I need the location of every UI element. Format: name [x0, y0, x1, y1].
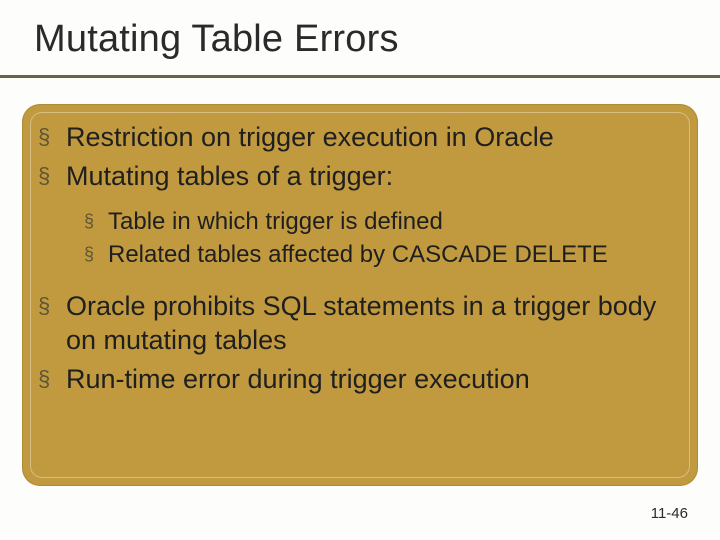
bullet-level1: § Mutating tables of a trigger:: [38, 159, 682, 194]
content-body: § Restriction on trigger execution in Or…: [38, 116, 682, 400]
bullet-level2: § Table in which trigger is defined: [84, 207, 682, 238]
bullet-text: Table in which trigger is defined: [108, 207, 682, 238]
bullet-level1: § Oracle prohibits SQL statements in a t…: [38, 289, 682, 358]
bullet-text: Oracle prohibits SQL statements in a tri…: [66, 289, 682, 358]
page-number: 11-46: [651, 505, 688, 522]
bullet-text: Mutating tables of a trigger:: [66, 159, 682, 194]
square-bullet-icon: §: [84, 207, 108, 238]
bullet-level2: § Related tables affected by CASCADE DEL…: [84, 240, 682, 271]
square-bullet-icon: §: [38, 289, 66, 358]
bullet-level1: § Restriction on trigger execution in Or…: [38, 120, 682, 155]
square-bullet-icon: §: [38, 120, 66, 155]
square-bullet-icon: §: [38, 362, 66, 397]
sub-bullet-group: § Table in which trigger is defined § Re…: [84, 207, 682, 270]
square-bullet-icon: §: [38, 159, 66, 194]
title-area: Mutating Table Errors: [0, 0, 720, 67]
bullet-text: Run-time error during trigger execution: [66, 362, 682, 397]
bullet-text: Restriction on trigger execution in Orac…: [66, 120, 682, 155]
square-bullet-icon: §: [84, 240, 108, 271]
bullet-level1: § Run-time error during trigger executio…: [38, 362, 682, 397]
slide: Mutating Table Errors § Restriction on t…: [0, 0, 720, 540]
slide-title: Mutating Table Errors: [34, 18, 720, 61]
title-underline: [0, 75, 720, 78]
bullet-text: Related tables affected by CASCADE DELET…: [108, 240, 682, 271]
